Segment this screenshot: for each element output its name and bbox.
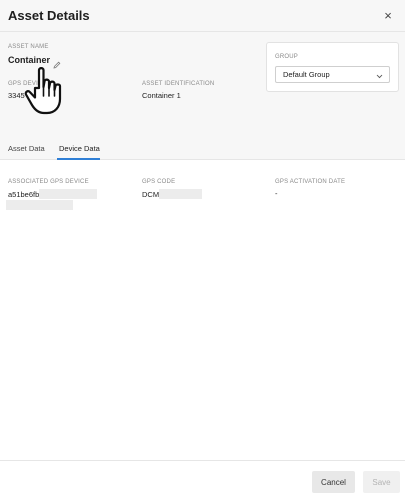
associated-gps-label: ASSOCIATED GPS DEVICE [8,179,89,185]
gps-device-label: GPS DEVICE [8,81,47,87]
gps-activation-value: - [275,189,278,198]
group-select[interactable]: Default Group [275,66,390,83]
redacted-block [39,189,98,199]
asset-identification-field: ASSET IDENTIFICATION Container 1 [142,81,214,100]
associated-gps-value: a51be6fb [8,189,40,199]
redacted-block [159,189,203,199]
tab-asset-data[interactable]: Asset Data [8,144,45,153]
gps-code-value: DCM [142,189,160,199]
redacted-block [6,200,73,210]
gps-code-field: GPS CODE DCM [142,179,203,199]
gps-device-value: 3345 [8,91,25,100]
asset-name-label: ASSET NAME [8,44,49,50]
gps-code-label: GPS CODE [142,179,176,185]
gps-activation-field: GPS ACTIVATION DATE - [275,179,345,198]
associated-gps-field: ASSOCIATED GPS DEVICE a51be6fb [6,179,98,210]
tab-bar: Asset Data Device Data [0,132,405,160]
group-label: GROUP [275,54,299,60]
asset-identification-value: Container 1 [142,91,181,100]
group-card: GROUP Default Group [266,42,399,92]
modal-header: Asset Details × [0,0,405,32]
chevron-down-icon [376,72,383,79]
asset-identification-label: ASSET IDENTIFICATION [142,81,215,87]
gps-device-field: GPS DEVICE 3345 [8,81,47,100]
close-icon[interactable]: × [381,8,395,23]
save-button[interactable]: Save [363,471,400,493]
gps-activation-label: GPS ACTIVATION DATE [275,179,346,185]
modal-title: Asset Details [8,8,90,23]
asset-name-value: Container [8,55,51,65]
modal-footer: Cancel Save [0,460,405,497]
tab-device-data[interactable]: Device Data [59,144,100,153]
active-tab-indicator [57,158,100,160]
cancel-button[interactable]: Cancel [312,471,355,493]
asset-name-field: ASSET NAME Container [8,44,61,69]
pencil-icon[interactable] [53,56,61,69]
group-selected-value: Default Group [283,70,330,79]
asset-summary-panel: ASSET NAME Container GPS DEVICE 3345 ASS… [0,32,405,132]
